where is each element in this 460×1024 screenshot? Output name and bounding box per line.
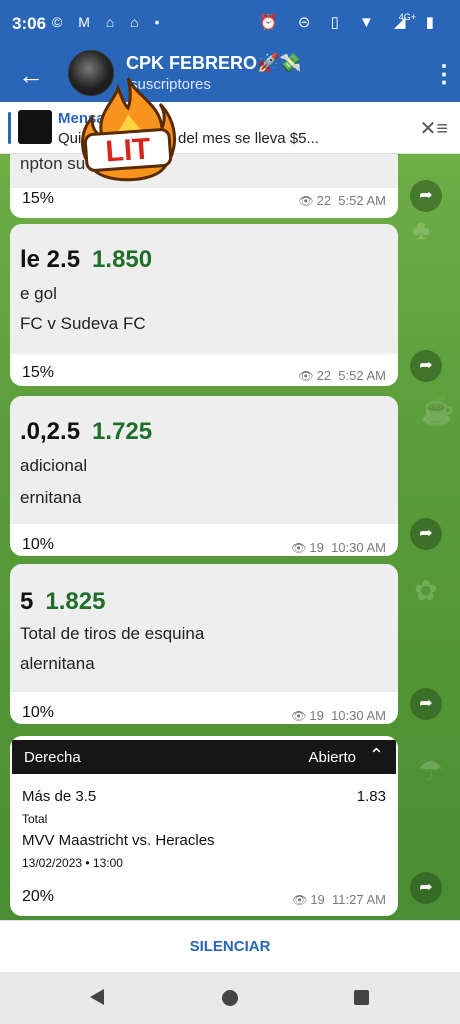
bet-line: 5 — [20, 588, 34, 615]
channel-title[interactable]: CPK FEBRERO🚀💸 — [126, 53, 302, 74]
message-bubble[interactable]: .0,2.5 1.725 adicional ernitana 10% 👁 19 1… — [10, 396, 398, 556]
app-bar: ← CPK FEBRERO🚀💸 suscriptores ⋮ — [0, 50, 460, 102]
message-bubble[interactable]: 5 1.825 Total de tiros de esquina alernit… — [10, 564, 398, 724]
bet-match: alernitana — [20, 654, 95, 673]
bet-slip-header[interactable]: Derecha Abierto ⌃ — [12, 740, 396, 774]
odds-line: le 2.5 1.850 — [20, 246, 152, 274]
view-count: 19 — [309, 540, 324, 555]
slip-status: Abierto — [308, 749, 356, 766]
nav-recents-icon[interactable] — [354, 990, 369, 1005]
message-meta: 👁 19 10:30 AM — [291, 540, 386, 555]
eye-icon: 👁 — [298, 194, 314, 208]
message-time: 10:30 AM — [331, 708, 386, 723]
chevron-up-icon[interactable]: ⌃ — [369, 745, 384, 766]
message-bubble[interactable]: le 2.5 1.850 e gol FC v Sudeva FC 15% 👁 22… — [10, 224, 398, 386]
slip-date: 13/02/2023 • 13:00 — [22, 856, 123, 870]
notification-icons: © M ⌂ ⌂ • — [52, 14, 166, 30]
forward-icon[interactable]: ➦ — [410, 688, 442, 720]
bet-line: le 2.5 — [20, 246, 81, 273]
message-meta: 👁 19 11:27 AM — [292, 892, 386, 907]
status-bar: 3:06 © M ⌂ ⌂ • 4G+ ⏰ ⊝ ▯ ▼ ◢ ▮ — [0, 0, 460, 50]
eye-icon: 👁 — [298, 369, 314, 383]
message-time: 5:52 AM — [338, 193, 386, 208]
eye-icon: 👁 — [291, 709, 307, 723]
bet-match: ernitana — [20, 488, 82, 507]
bet-market: adicional — [20, 456, 88, 475]
odds-value: 1.825 — [45, 588, 106, 615]
status-time: 3:06 — [12, 14, 47, 33]
lit-fire-sticker: LIT — [81, 77, 176, 182]
nav-back-icon[interactable] — [90, 989, 104, 1005]
chat-area: ♣ ☕ ✿ ☂ ☆ npton su al sub-21 15% 👁22 5:5… — [0, 154, 460, 920]
bet-match: FC v Sudeva FC — [20, 314, 146, 333]
lit-label: LIT — [104, 132, 151, 168]
view-count: 19 — [310, 892, 325, 907]
stake-percent: 10% — [22, 536, 55, 553]
odds-line: 5 1.825 — [20, 588, 105, 616]
message-meta: 👁 22 5:52 AM — [298, 368, 386, 383]
pinned-message-bar[interactable]: Mensaj Qui e más al final del mes se lle… — [0, 102, 460, 154]
message-meta: 👁 19 10:30 AM — [291, 708, 386, 723]
pinned-accent — [8, 112, 11, 144]
bet-market: e gol — [20, 284, 57, 303]
eye-icon: 👁 — [291, 541, 307, 555]
forward-icon[interactable]: ➦ — [410, 518, 442, 550]
slip-match: MVV Maastricht vs. Heracles — [22, 832, 215, 849]
view-count: 22 — [316, 193, 332, 208]
slip-odds: 1.83 — [356, 788, 386, 805]
system-nav-bar — [0, 972, 460, 1024]
forward-icon[interactable]: ➦ — [410, 350, 442, 382]
system-icons: ⏰ ⊝ ▯ ▼ ◢ ▮ — [259, 14, 442, 31]
bet-market: Total de tiros de esquina — [20, 624, 205, 643]
forward-icon[interactable]: ➦ — [410, 180, 442, 212]
nav-home-icon[interactable] — [222, 990, 238, 1006]
bet-screenshot[interactable] — [10, 224, 398, 354]
odds-value: 1.725 — [92, 418, 153, 445]
odds-line: .0,2.5 1.725 — [20, 418, 152, 446]
message-time: 11:27 AM — [332, 892, 386, 907]
stake-percent: 20% — [22, 888, 55, 905]
stake-percent: 10% — [22, 704, 55, 721]
view-count: 19 — [309, 708, 324, 723]
stake-percent: 15% — [22, 364, 55, 381]
bottom-bar: SILENCIAR — [0, 920, 460, 972]
mute-button[interactable]: SILENCIAR — [0, 921, 460, 973]
slip-direction: Derecha — [24, 749, 81, 766]
message-bubble[interactable]: Derecha Abierto ⌃ Más de 3.5 1.83 Total … — [10, 736, 398, 916]
stake-percent: 15% — [22, 190, 55, 207]
more-vertical-icon[interactable]: ⋮ — [432, 60, 456, 90]
message-meta: 👁 22 5:52 AM — [298, 193, 386, 208]
slip-market: Total — [22, 812, 48, 826]
odds-value: 1.850 — [92, 246, 153, 273]
bet-line: .0,2.5 — [20, 418, 81, 445]
slip-selection: Más de 3.5 — [22, 788, 97, 805]
forward-icon[interactable]: ➦ — [410, 872, 442, 904]
eye-icon: 👁 — [292, 893, 308, 907]
unpin-icon[interactable]: ✕≡ — [420, 116, 448, 141]
pinned-thumbnail — [18, 110, 52, 144]
message-time: 10:30 AM — [331, 540, 386, 555]
view-count: 22 — [316, 368, 332, 383]
message-time: 5:52 AM — [338, 368, 386, 383]
back-arrow-icon[interactable]: ← — [14, 58, 48, 92]
message-bubble[interactable]: npton su al sub-21 15% 👁22 5:52 AM — [10, 154, 398, 218]
